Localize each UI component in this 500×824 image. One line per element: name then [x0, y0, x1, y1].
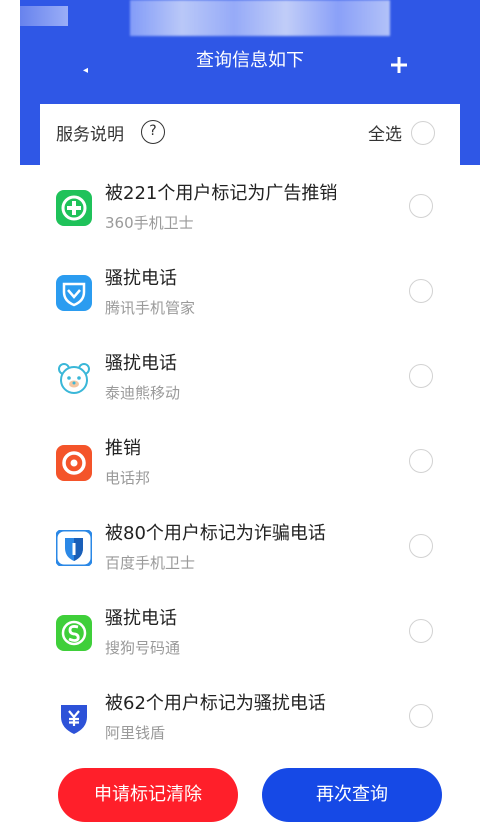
- item-title: 推销: [105, 438, 141, 459]
- item-source: 百度手机卫士: [105, 554, 196, 572]
- item-title: 被80个用户标记为诈骗电话: [105, 523, 326, 544]
- query-again-button[interactable]: 再次查询: [262, 768, 442, 822]
- item-source: 阿里钱盾: [105, 724, 166, 742]
- help-icon[interactable]: ?: [141, 120, 165, 144]
- service-description-label: 服务说明: [56, 125, 124, 145]
- item-radio[interactable]: [409, 449, 433, 473]
- page-title: 查询信息如下: [196, 50, 304, 71]
- select-all-label[interactable]: 全选: [368, 120, 402, 145]
- item-radio[interactable]: [409, 534, 433, 558]
- item-title: 骚扰电话: [105, 608, 177, 629]
- app-screen: ◂ 查询信息如下 服务说明 ? 全选 被221个用户标记为广告推销 360手机卫…: [0, 0, 500, 824]
- item-radio[interactable]: [409, 364, 433, 388]
- blurred-phone-number: [130, 0, 390, 36]
- plus-shield-icon: [56, 190, 92, 226]
- item-title: 被221个用户标记为广告推销: [105, 183, 338, 204]
- item-source: 腾讯手机管家: [105, 299, 196, 317]
- item-title: 被62个用户标记为骚扰电话: [105, 693, 326, 714]
- blurred-status: [20, 6, 68, 26]
- item-source: 搜狗号码通: [105, 639, 181, 657]
- list-item[interactable]: 被80个用户标记为诈骗电话 百度手机卫士: [0, 505, 500, 589]
- plus-icon[interactable]: [388, 54, 410, 76]
- item-title: 骚扰电话: [105, 268, 177, 289]
- select-all-radio[interactable]: [411, 121, 435, 145]
- list-item[interactable]: 骚扰电话 搜狗号码通: [0, 590, 500, 674]
- item-radio[interactable]: [409, 704, 433, 728]
- list-item[interactable]: 骚扰电话 泰迪熊移动: [0, 335, 500, 419]
- item-radio[interactable]: [409, 194, 433, 218]
- item-radio[interactable]: [409, 279, 433, 303]
- ring-phone-icon: [56, 445, 92, 481]
- item-radio[interactable]: [409, 619, 433, 643]
- item-source: 电话邦: [105, 469, 151, 487]
- request-clear-mark-button[interactable]: 申请标记清除: [58, 768, 238, 822]
- tencent-shield-icon: [56, 275, 92, 311]
- list-item[interactable]: 推销 电话邦: [0, 420, 500, 504]
- item-source: 泰迪熊移动: [105, 384, 181, 402]
- list-item[interactable]: 被221个用户标记为广告推销 360手机卫士: [0, 165, 500, 249]
- list-item[interactable]: 骚扰电话 腾讯手机管家: [0, 250, 500, 334]
- phone-s-icon: [56, 615, 92, 651]
- service-card: 服务说明 ? 全选: [40, 104, 460, 165]
- teddy-bear-icon: [58, 363, 90, 394]
- baidu-shield-icon: [56, 530, 92, 566]
- yuan-shield-icon: [61, 705, 87, 734]
- item-title: 骚扰电话: [105, 353, 177, 374]
- list-item[interactable]: 被62个用户标记为骚扰电话 阿里钱盾: [0, 675, 500, 759]
- item-source: 360手机卫士: [105, 214, 194, 232]
